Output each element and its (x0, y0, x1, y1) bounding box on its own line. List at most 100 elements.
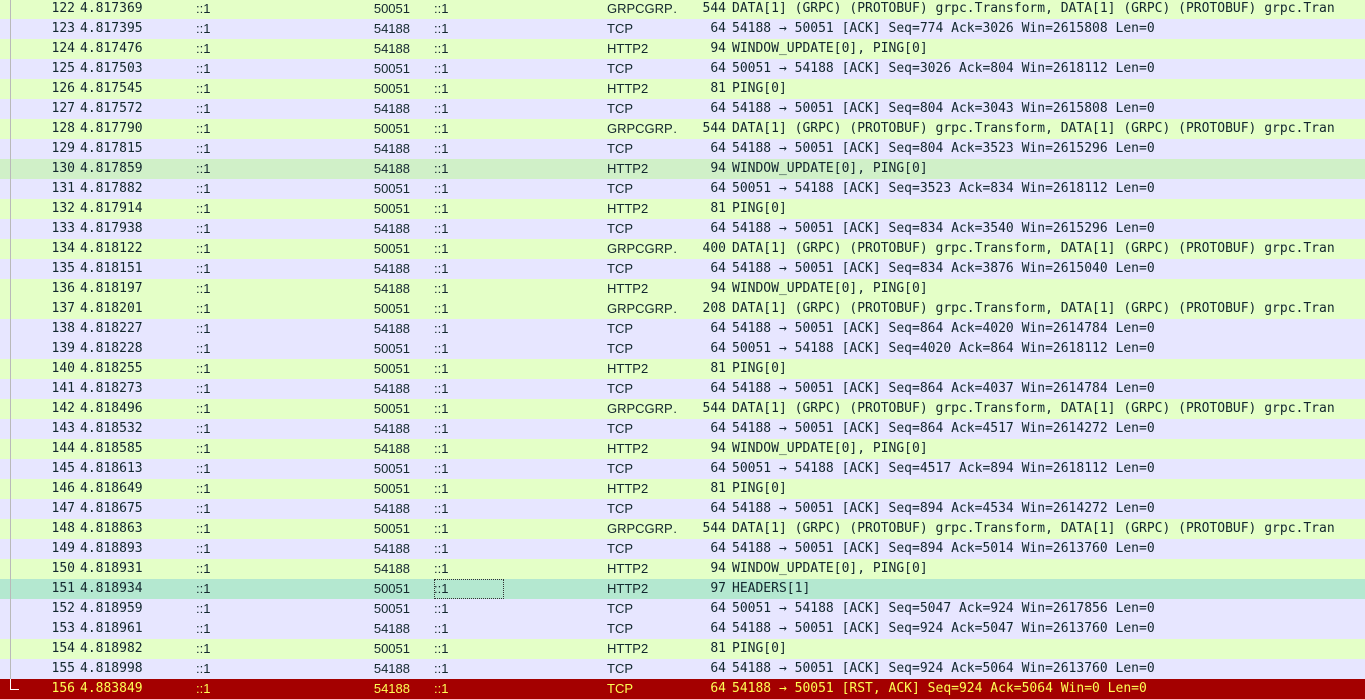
packet-row[interactable]: 127 4.817572::1 54188::1 TCP 64 54188 → 50051… (0, 99, 1365, 119)
packet-list[interactable]: 1224.817369::150051::1GRPCGRP…544DATA[1]… (0, 0, 1365, 699)
packet-destination: ::1 (434, 561, 449, 576)
packet-row[interactable]: 156 4.883849::1 54188::1 TCP 64 54188 → 50051… (0, 679, 1365, 699)
packet-source: ::1 (196, 101, 211, 116)
packet-length: 94 (710, 441, 726, 456)
packet-row[interactable]: 135 4.818151::1 54188::1 TCP 64 54188 → 50051… (0, 259, 1365, 279)
packet-row[interactable]: 141 4.818273::1 54188::1 TCP 64 54188 → 50051… (0, 379, 1365, 399)
packet-number: 150 (51, 561, 75, 576)
packet-protocol: TCP (607, 621, 633, 636)
packet-time: 4.817790 (80, 121, 143, 136)
packet-time: 4.818649 (80, 481, 143, 496)
packet-row[interactable]: 131 4.817882::1 50051::1 TCP 64 50051 → 54188… (0, 179, 1365, 199)
packet-row[interactable]: 151 4.818934::1 50051::1 HTTP2 97 HEADERS[1] (0, 579, 1365, 599)
packet-info: 54188 → 50051 [ACK] Seq=864 Ack=4037 Win… (732, 381, 1155, 396)
packet-source: ::1 (196, 601, 211, 616)
packet-source: ::1 (196, 141, 211, 156)
packet-source: ::1 (196, 561, 211, 576)
packet-length: 64 (710, 681, 726, 696)
packet-source: ::1 (196, 281, 211, 296)
packet-time: 4.818998 (80, 661, 143, 676)
related-packet-line (10, 419, 11, 439)
packet-info: DATA[1] (GRPC) (PROTOBUF) grpc.Transform… (732, 241, 1335, 256)
packet-row[interactable]: 155 4.818998::1 54188::1 TCP 64 54188 → 50051… (0, 659, 1365, 679)
packet-row[interactable]: 150 4.818931::1 54188::1 HTTP2 94 WINDOW_UPDA… (0, 559, 1365, 579)
packet-row[interactable]: 132 4.817914::1 50051::1 HTTP2 81 PING[0] (0, 199, 1365, 219)
packet-row[interactable]: 144 4.818585::1 54188::1 HTTP2 94 WINDOW_UPDA… (0, 439, 1365, 459)
packet-time: 4.818893 (80, 541, 143, 556)
packet-row[interactable]: 122 4.817369::1 50051::1 GRPCGRP… 544 DATA[1]… (0, 0, 1365, 19)
packet-row[interactable]: 143 4.818532::1 54188::1 TCP 64 54188 → 50051… (0, 419, 1365, 439)
packet-row[interactable]: 134 4.818122::1 50051::1 GRPCGRP… 400 DATA[1]… (0, 239, 1365, 259)
packet-row[interactable]: 138 4.818227::1 54188::1 TCP 64 54188 → 50051… (0, 319, 1365, 339)
packet-row[interactable]: 140 4.818255::1 50051::1 HTTP2 81 PING[0] (0, 359, 1365, 379)
packet-row[interactable]: 123 4.817395::1 54188::1 TCP 64 54188 → 50051… (0, 19, 1365, 39)
packet-row[interactable]: 153 4.818961::1 54188::1 TCP 64 54188 → 50051… (0, 619, 1365, 639)
packet-source: ::1 (196, 61, 211, 76)
packet-row[interactable]: 139 4.818228::1 50051::1 TCP 64 50051 → 54188… (0, 339, 1365, 359)
packet-length: 64 (710, 381, 726, 396)
packet-row[interactable]: 128 4.817790::1 50051::1 GRPCGRP… 544 DATA[1]… (0, 119, 1365, 139)
packet-row[interactable]: 126 4.817545::1 50051::1 HTTP2 81 PING[0] (0, 79, 1365, 99)
packet-source-port: 50051 (373, 521, 410, 536)
packet-length: 64 (710, 21, 726, 36)
packet-time: 4.818255 (80, 361, 143, 376)
packet-source: ::1 (196, 341, 211, 356)
packet-protocol: TCP (607, 221, 633, 236)
packet-source-port: 54188 (373, 261, 410, 276)
packet-row[interactable]: 142 4.818496::1 50051::1 GRPCGRP… 544 DATA[1]… (0, 399, 1365, 419)
packet-source: ::1 (196, 221, 211, 236)
packet-row[interactable]: 124 4.817476::1 54188::1 HTTP2 94 WINDOW_UPDA… (0, 39, 1365, 59)
packet-source: ::1 (196, 501, 211, 516)
related-packet-line (10, 59, 11, 79)
packet-info: WINDOW_UPDATE[0], PING[0] (732, 561, 928, 576)
packet-protocol: HTTP2 (607, 81, 649, 96)
packet-row[interactable]: 133 4.817938::1 54188::1 TCP 64 54188 → 50051… (0, 219, 1365, 239)
packet-time: 4.817815 (80, 141, 143, 156)
packet-row[interactable]: 129 4.817815::1 54188::1 TCP 64 54188 → 50051… (0, 139, 1365, 159)
packet-time: 4.817545 (80, 81, 143, 96)
packet-length: 544 (702, 401, 726, 416)
packet-source: ::1 (196, 641, 211, 656)
packet-protocol: HTTP2 (607, 561, 649, 576)
packet-info: WINDOW_UPDATE[0], PING[0] (732, 441, 928, 456)
packet-source: ::1 (196, 121, 211, 136)
packet-row[interactable]: 136 4.818197::1 54188::1 HTTP2 94 WINDOW_UPDA… (0, 279, 1365, 299)
packet-row[interactable]: 130 4.817859::1 54188::1 HTTP2 94 WINDOW_UPDA… (0, 159, 1365, 179)
packet-source: ::1 (196, 261, 211, 276)
packet-source-port: 54188 (373, 501, 410, 516)
packet-protocol: HTTP2 (607, 581, 649, 596)
packet-row[interactable]: 145 4.818613::1 50051::1 TCP 64 50051 → 54188… (0, 459, 1365, 479)
packet-source: ::1 (196, 321, 211, 336)
packet-source-port: 50051 (373, 121, 410, 136)
packet-destination: ::1 (434, 621, 449, 636)
packet-number: 135 (51, 261, 75, 276)
packet-protocol: GRPCGRP… (607, 301, 677, 316)
packet-row[interactable]: 154 4.818982::1 50051::1 HTTP2 81 PING[0] (0, 639, 1365, 659)
packet-protocol: TCP (607, 341, 633, 356)
packet-time: 4.817503 (80, 61, 143, 76)
packet-number: 123 (51, 21, 75, 36)
packet-destination: ::1 (434, 121, 449, 136)
packet-protocol: TCP (607, 461, 633, 476)
packet-row[interactable]: 146 4.818649::1 50051::1 HTTP2 81 PING[0] (0, 479, 1365, 499)
packet-number: 130 (51, 161, 75, 176)
packet-number: 142 (51, 401, 75, 416)
packet-number: 133 (51, 221, 75, 236)
packet-source-port: 54188 (373, 21, 410, 36)
packet-row[interactable]: 152 4.818959::1 50051::1 TCP 64 50051 → 54188… (0, 599, 1365, 619)
packet-row[interactable]: 137 4.818201::1 50051::1 GRPCGRP… 208 DATA[1]… (0, 299, 1365, 319)
packet-number: 154 (51, 641, 75, 656)
packet-destination: ::1 (434, 441, 449, 456)
packet-source-port: 50051 (373, 1, 410, 16)
related-packet-line (10, 319, 11, 339)
related-packet-line (10, 679, 11, 689)
packet-length: 208 (702, 301, 726, 316)
packet-row[interactable]: 149 4.818893::1 54188::1 TCP 64 54188 → 50051… (0, 539, 1365, 559)
packet-row[interactable]: 148 4.818863::1 50051::1 GRPCGRP… 544 DATA[1]… (0, 519, 1365, 539)
packet-row[interactable]: 125 4.817503::1 50051::1 TCP 64 50051 → 54188… (0, 59, 1365, 79)
packet-destination: ::1 (434, 661, 449, 676)
packet-protocol: GRPCGRP… (607, 401, 677, 416)
packet-row[interactable]: 147 4.818675::1 54188::1 TCP 64 54188 → 50051… (0, 499, 1365, 519)
packet-source: ::1 (196, 241, 211, 256)
packet-destination: ::1 (434, 381, 449, 396)
